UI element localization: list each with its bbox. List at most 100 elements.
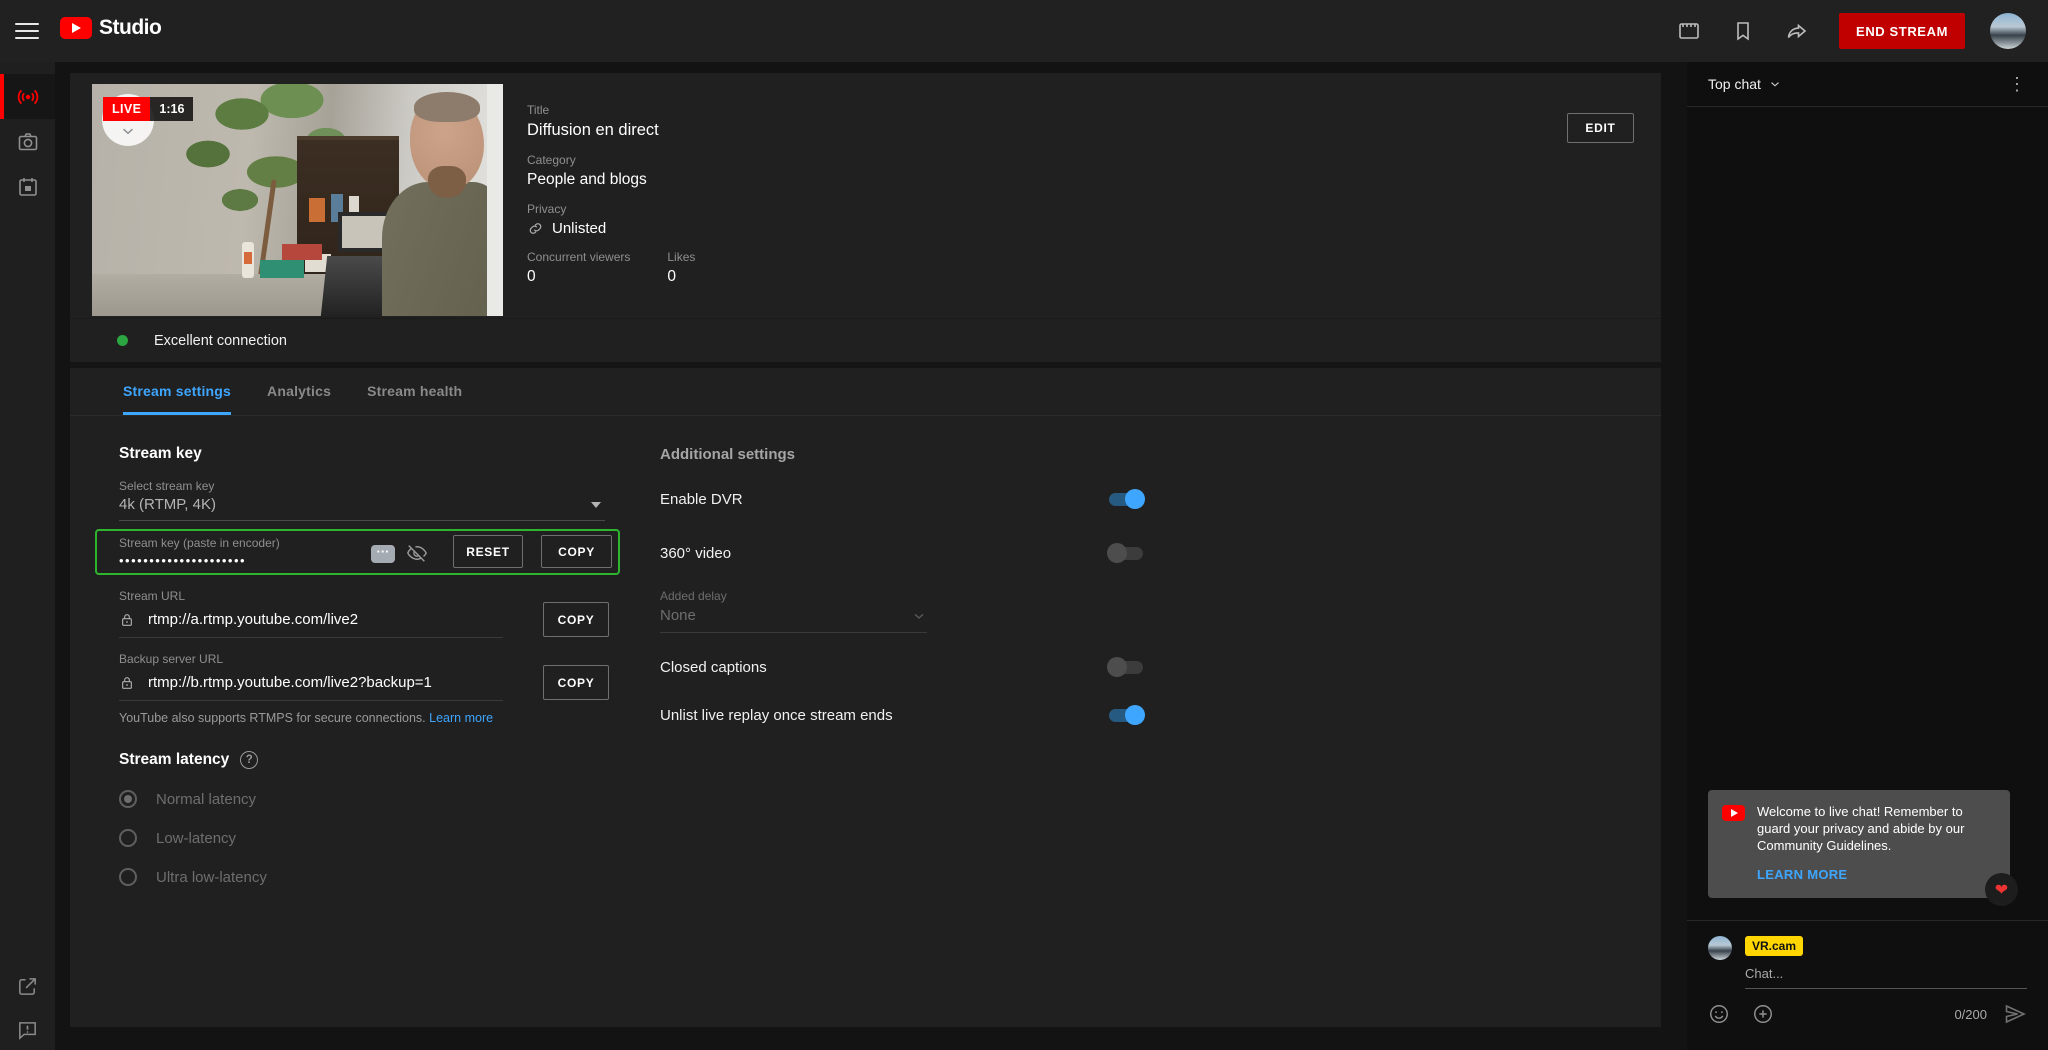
menu-icon[interactable] [15, 19, 39, 43]
unlist-replay-toggle[interactable] [1109, 709, 1143, 722]
enable-dvr-toggle[interactable] [1109, 493, 1143, 506]
copy-stream-url-button[interactable]: COPY [543, 602, 609, 637]
chat-menu-kebab-icon[interactable]: ⋮ [2002, 71, 2032, 97]
bookmark-icon[interactable] [1731, 19, 1755, 43]
viewers-count: 0 [527, 268, 630, 286]
end-stream-button[interactable]: END STREAM [1839, 13, 1965, 49]
masked-stream-key: ••••••••••••••••••••• [119, 553, 246, 568]
chevron-down-icon [1768, 77, 1782, 91]
radio-icon [119, 829, 137, 847]
stream-key-column: Stream key Select stream key 4k (RTMP, 4… [119, 416, 613, 886]
stream-overview: LIVE 1:16 Title Diffusion en direct Cate… [70, 73, 1661, 318]
closed-captions-label: Closed captions [660, 659, 767, 676]
tab-stream-health[interactable]: Stream health [367, 368, 462, 415]
topbar-actions: END STREAM [1677, 0, 2048, 62]
chat-messages-area: Welcome to live chat! Remember to guard … [1687, 107, 2048, 920]
dropdown-caret-icon [591, 502, 601, 508]
latency-option-normal[interactable]: Normal latency [119, 790, 613, 808]
privacy-value: Unlisted [552, 220, 606, 237]
welcome-message: Welcome to live chat! Remember to guard … [1757, 803, 1996, 854]
sidebar-item-manage[interactable] [0, 164, 55, 209]
learn-more-button[interactable]: LEARN MORE [1757, 867, 1847, 882]
send-message-icon[interactable] [2003, 1002, 2027, 1026]
backup-url-group: Backup server URL rtmp://b.rtmp.youtube.… [119, 652, 613, 701]
youtube-play-icon [1722, 805, 1745, 821]
chat-welcome-card: Welcome to live chat! Remember to guard … [1708, 790, 2010, 898]
heart-reaction-button[interactable]: ❤ [1985, 873, 2018, 906]
open-in-new-icon[interactable] [16, 975, 39, 998]
copy-backup-url-button[interactable]: COPY [543, 665, 609, 700]
added-delay-select[interactable]: Added delay None [660, 589, 927, 633]
account-avatar[interactable] [1990, 13, 2026, 49]
help-icon[interactable]: ? [240, 751, 258, 769]
sidebar-item-webcam[interactable] [0, 119, 55, 164]
camera-icon [16, 130, 40, 154]
sidebar-item-stream[interactable] [0, 74, 55, 119]
autofill-chip-icon[interactable]: ··· [371, 545, 395, 563]
privacy-label: Privacy [527, 202, 695, 216]
stream-url-value: rtmp://a.rtmp.youtube.com/live2 [148, 611, 358, 628]
topbar: Studio END STREAM [0, 0, 2048, 62]
360-video-label: 360° video [660, 545, 731, 562]
lock-icon [119, 612, 135, 628]
stream-key-field-highlighted: Stream key (paste in encoder) ••••••••••… [95, 529, 620, 575]
brand-text: Studio [99, 16, 161, 40]
connection-status-dot [117, 335, 128, 346]
radio-icon [119, 868, 137, 886]
learn-more-link[interactable]: Learn more [429, 711, 493, 725]
additional-settings-heading: Additional settings [660, 446, 1155, 463]
closed-captions-toggle[interactable] [1109, 661, 1143, 674]
stream-title: Diffusion en direct [527, 121, 695, 140]
stream-key-select[interactable]: Select stream key 4k (RTMP, 4K) [119, 479, 605, 521]
add-content-plus-icon[interactable] [1752, 1003, 1774, 1025]
stream-latency-heading: Stream latency [119, 751, 229, 769]
viewers-label: Concurrent viewers [527, 250, 630, 264]
chevron-down-icon [119, 122, 137, 140]
chat-message-input[interactable] [1745, 962, 2027, 989]
emoji-icon[interactable] [1708, 1003, 1730, 1025]
stream-key-heading: Stream key [119, 445, 613, 463]
backup-url-label: Backup server URL [119, 652, 613, 666]
stream-url-label: Stream URL [119, 589, 613, 603]
copy-key-button[interactable]: COPY [541, 535, 612, 568]
chat-input-area: VR.cam 0/200 [1687, 920, 2048, 1050]
likes-count: 0 [667, 268, 695, 286]
heart-icon: ❤ [1995, 880, 2008, 900]
stream-key-field-label: Stream key (paste in encoder) [119, 536, 280, 550]
tab-bar: Stream settings Analytics Stream health [70, 368, 1661, 416]
stream-info: Title Diffusion en direct Category Peopl… [527, 103, 695, 286]
latency-option-ultra-low[interactable]: Ultra low-latency [119, 868, 613, 886]
youtube-play-icon [60, 17, 92, 39]
char-counter: 0/200 [1954, 1007, 1987, 1022]
live-video-preview: LIVE 1:16 [92, 84, 503, 316]
latency-option-low[interactable]: Low-latency [119, 829, 613, 847]
elapsed-time: 1:16 [150, 97, 193, 121]
live-signal-icon [16, 85, 40, 109]
added-delay-label: Added delay [660, 589, 927, 603]
share-icon[interactable] [1785, 19, 1809, 43]
360-video-toggle[interactable] [1109, 547, 1143, 560]
reveal-key-eye-off-icon[interactable] [406, 542, 428, 564]
tab-stream-settings[interactable]: Stream settings [123, 368, 231, 415]
rtmps-note: YouTube also supports RTMPS for secure c… [119, 711, 613, 725]
tab-analytics[interactable]: Analytics [267, 368, 331, 415]
link-icon [527, 220, 544, 237]
feedback-icon[interactable] [16, 1019, 39, 1042]
likes-label: Likes [667, 250, 695, 264]
stream-dashboard-card: LIVE 1:16 Title Diffusion en direct Cate… [70, 73, 1661, 1027]
lock-icon [119, 675, 135, 691]
title-label: Title [527, 103, 695, 117]
youtube-studio-logo[interactable]: Studio [60, 16, 161, 40]
left-sidebar [0, 62, 55, 1050]
radio-selected-icon [119, 790, 137, 808]
create-video-icon[interactable] [1677, 19, 1701, 43]
reset-key-button[interactable]: RESET [453, 535, 523, 568]
chat-filter-dropdown[interactable]: Top chat [1708, 76, 1782, 92]
enable-dvr-label: Enable DVR [660, 491, 743, 508]
category-label: Category [527, 153, 695, 167]
edit-button[interactable]: EDIT [1567, 113, 1634, 143]
connection-status-row: Excellent connection [70, 318, 1661, 362]
unlist-replay-label: Unlist live replay once stream ends [660, 707, 893, 724]
stream-category: People and blogs [527, 171, 695, 189]
backup-url-value: rtmp://b.rtmp.youtube.com/live2?backup=1 [148, 674, 432, 691]
